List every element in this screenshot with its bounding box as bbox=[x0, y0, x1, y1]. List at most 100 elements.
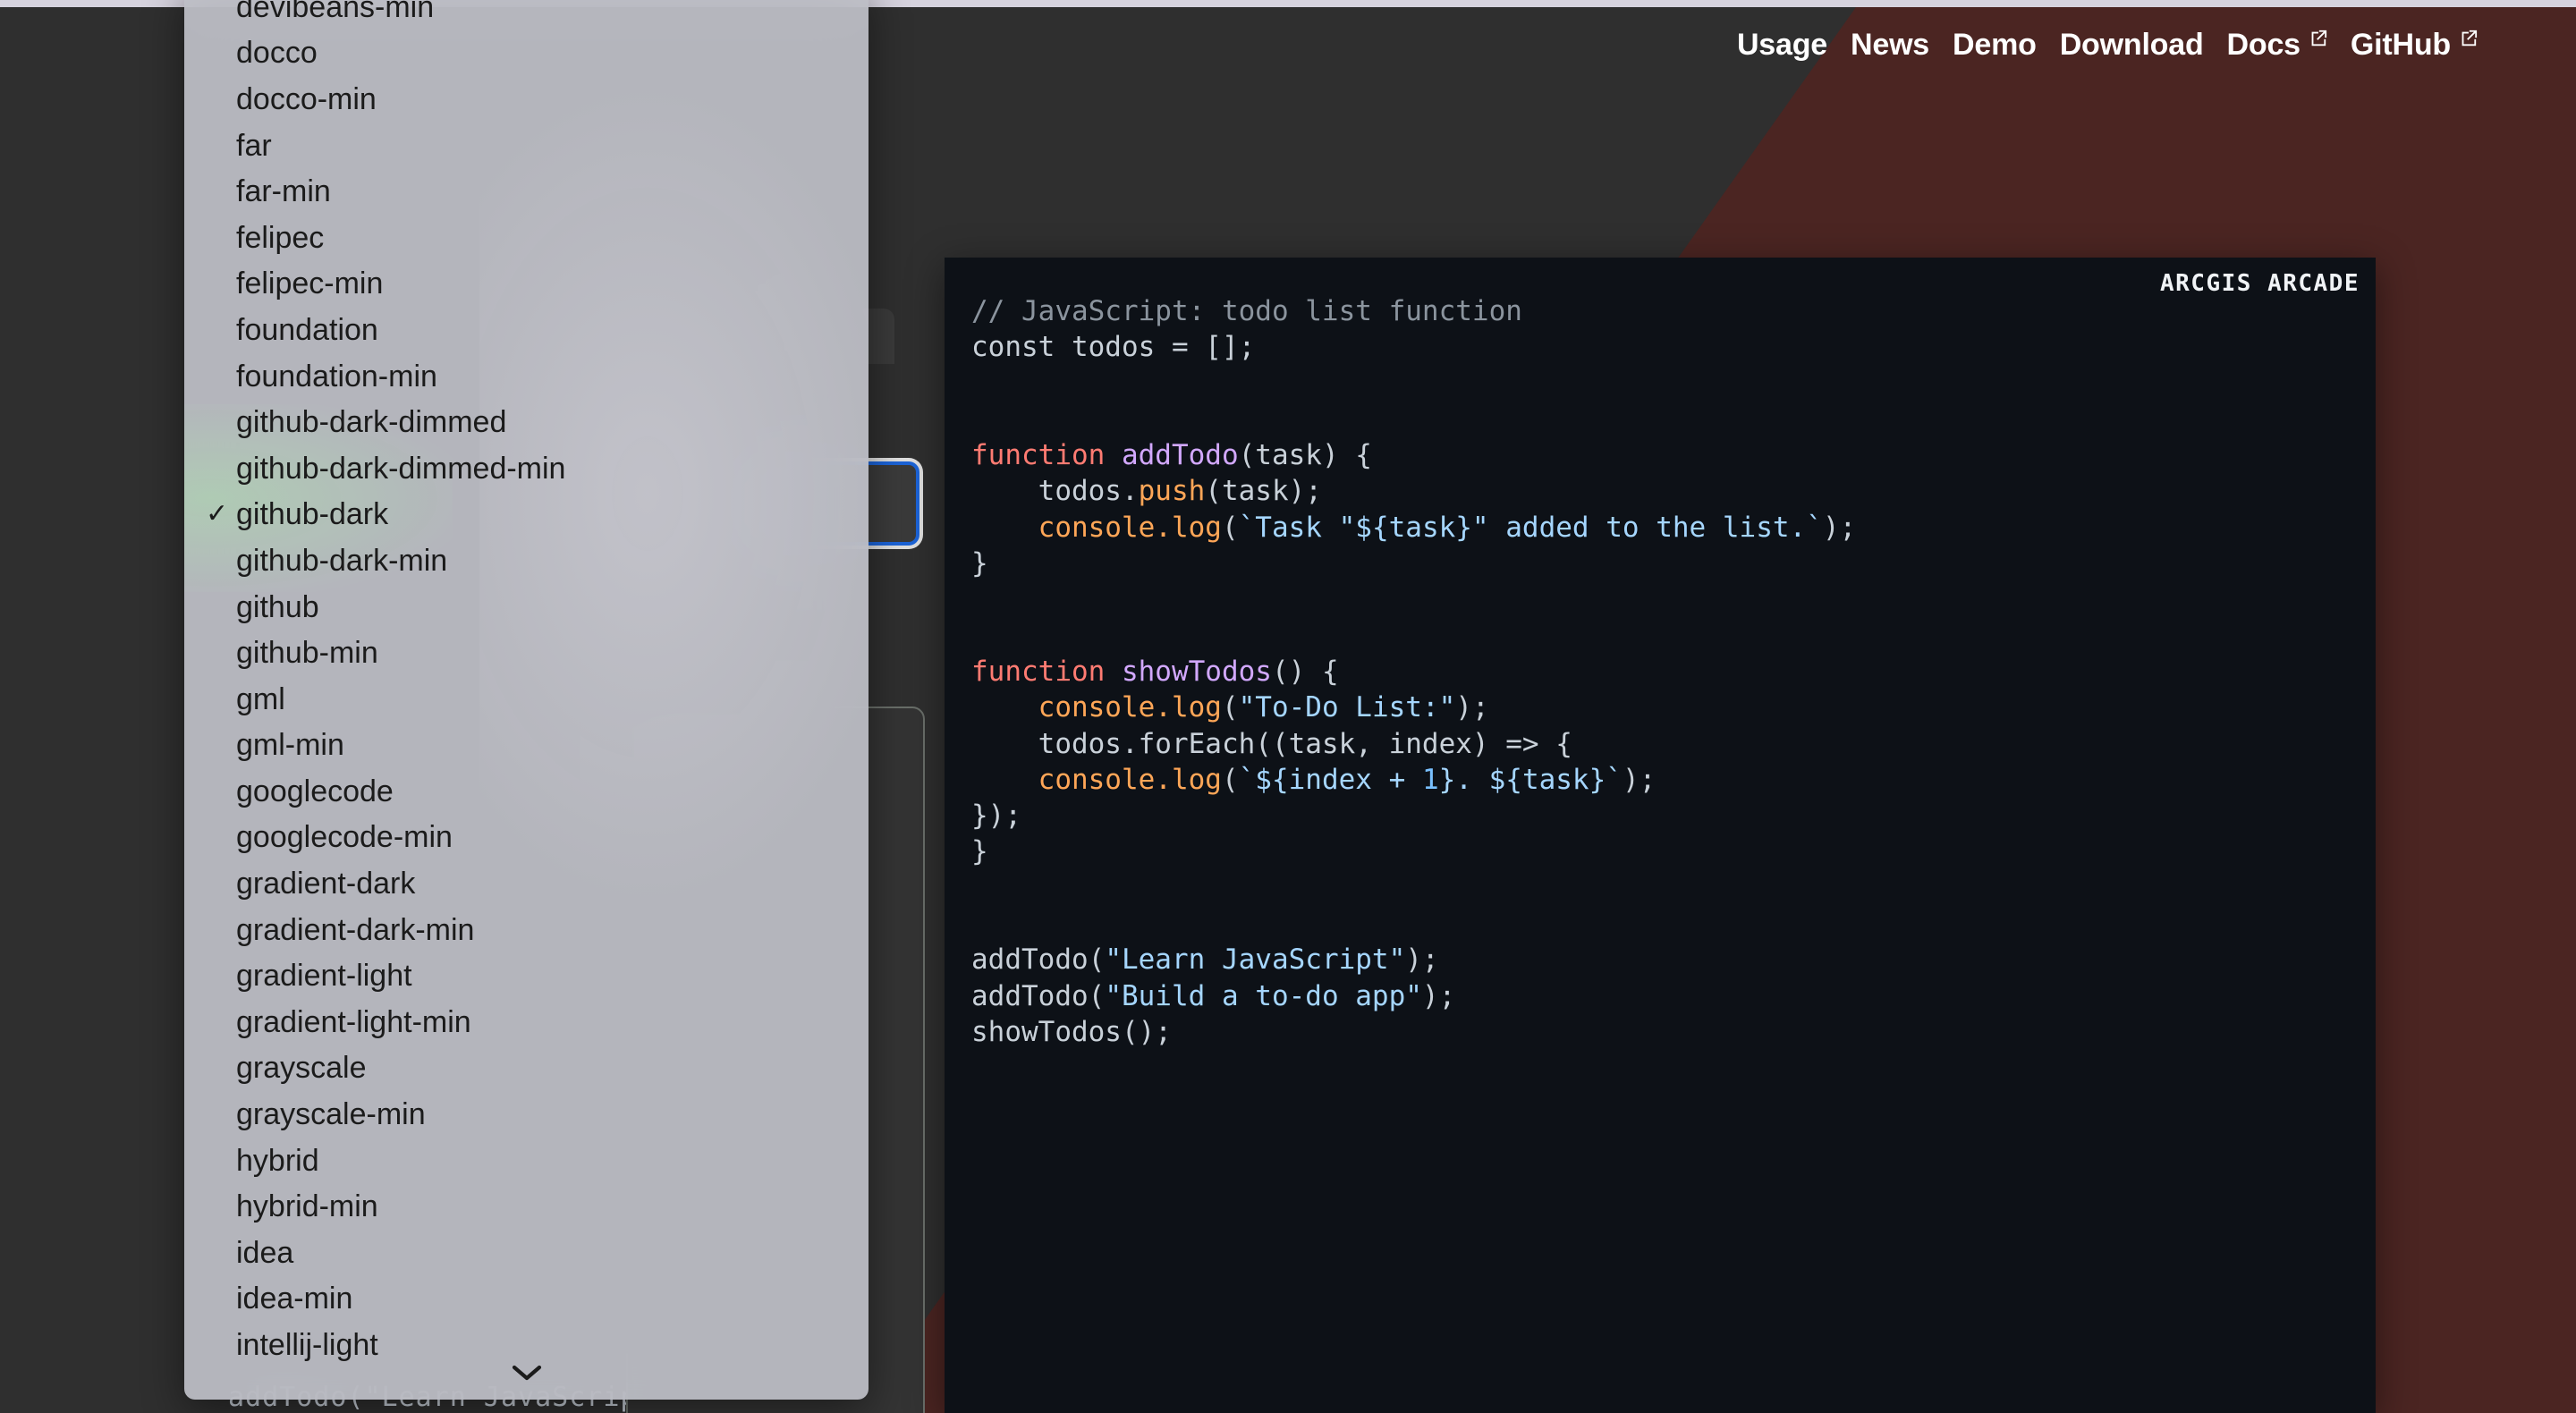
theme-option-gradient-light-min[interactable]: gradient-light-min bbox=[184, 999, 869, 1045]
theme-option-label: hybrid-min bbox=[236, 1189, 378, 1224]
code-token: }); bbox=[971, 800, 1021, 833]
theme-option-label: foundation bbox=[236, 312, 378, 347]
theme-option-gradient-dark-min[interactable]: gradient-dark-min bbox=[184, 907, 869, 953]
theme-option-docco-min[interactable]: docco-min bbox=[184, 76, 869, 123]
nav-link-download[interactable]: Download bbox=[2060, 28, 2204, 63]
theme-option-label: googlecode bbox=[236, 774, 394, 808]
theme-option-hybrid-min[interactable]: hybrid-min bbox=[184, 1183, 869, 1230]
theme-option-devibeans-min[interactable]: devibeans-min bbox=[184, 0, 869, 30]
checkmark-icon: ✓ bbox=[206, 499, 229, 529]
code-token: push bbox=[1138, 475, 1206, 508]
theme-option-label: gradient-light-min bbox=[236, 1004, 471, 1039]
theme-option-label: googlecode-min bbox=[236, 820, 453, 855]
theme-option-label: docco-min bbox=[236, 81, 377, 116]
theme-option-label: foundation-min bbox=[236, 359, 437, 393]
nav-link-label: Demo bbox=[1953, 27, 2037, 62]
theme-option-idea[interactable]: idea bbox=[184, 1230, 869, 1276]
theme-option-label: idea bbox=[236, 1235, 294, 1270]
theme-option-label: gradient-light bbox=[236, 959, 412, 994]
theme-select-dropdown[interactable]: devibeans-min docco docco-min far far-min fel… bbox=[184, 0, 869, 1400]
theme-option-foundation[interactable]: foundation bbox=[184, 307, 869, 353]
code-token: console. bbox=[1038, 691, 1172, 724]
theme-option-far[interactable]: far bbox=[184, 123, 869, 169]
chevron-down-icon bbox=[512, 1364, 542, 1382]
code-token: (task); bbox=[1205, 475, 1322, 508]
code-token: const todos = []; bbox=[971, 331, 1256, 364]
theme-option-gml-min[interactable]: gml-min bbox=[184, 723, 869, 769]
theme-option-label: far-min bbox=[236, 174, 331, 209]
nav-links: Usage News Demo Download Docs GitHub bbox=[1737, 28, 2478, 63]
theme-option-github-dark-dimmed-min[interactable]: github-dark-dimmed-min bbox=[184, 445, 869, 492]
code-token: `${index + bbox=[1238, 763, 1422, 796]
code-token: ( bbox=[1221, 691, 1239, 724]
nav-link-github[interactable]: GitHub bbox=[2351, 28, 2478, 63]
code-token: ); bbox=[1405, 943, 1439, 977]
theme-option-hybrid[interactable]: hybrid bbox=[184, 1138, 869, 1184]
code-token: showTodos bbox=[1121, 655, 1272, 688]
code-token: ); bbox=[1421, 979, 1456, 1012]
theme-option-googlecode[interactable]: googlecode bbox=[184, 768, 869, 815]
code-line: const todos = []; bbox=[971, 331, 1255, 363]
theme-option-github-dark[interactable]: ✓ github-dark bbox=[184, 492, 869, 538]
nav-link-label: GitHub bbox=[2350, 27, 2451, 62]
code-line: addTodo("Learn JavaScript"); bbox=[971, 943, 1439, 976]
code-line: function addTodo(task) { bbox=[971, 439, 1372, 471]
external-link-icon bbox=[2308, 29, 2327, 48]
theme-option-label: idea-min bbox=[236, 1282, 353, 1316]
code-token: function bbox=[971, 655, 1122, 688]
theme-option-label: grayscale bbox=[236, 1051, 367, 1086]
code-line: // JavaScript: todo list function bbox=[971, 295, 1522, 327]
code-token: ); bbox=[1455, 691, 1489, 724]
theme-option-label: github-dark-dimmed-min bbox=[236, 451, 566, 486]
theme-option-docco[interactable]: docco bbox=[184, 30, 869, 77]
theme-option-far-min[interactable]: far-min bbox=[184, 168, 869, 215]
code-token: function bbox=[971, 439, 1122, 472]
theme-option-label: felipec bbox=[236, 220, 325, 255]
theme-option-label: hybrid bbox=[236, 1143, 319, 1178]
nav-link-label: News bbox=[1851, 27, 1930, 62]
theme-option-github-dark-dimmed[interactable]: github-dark-dimmed bbox=[184, 399, 869, 445]
code-token: }. ${task}` bbox=[1438, 763, 1623, 796]
code-token: addTodo( bbox=[971, 943, 1106, 977]
theme-option-list: devibeans-min docco docco-min far far-min fel… bbox=[184, 0, 869, 1368]
code-token: todos. bbox=[971, 475, 1139, 508]
code-token: ); bbox=[1822, 511, 1857, 544]
theme-option-googlecode-min[interactable]: googlecode-min bbox=[184, 815, 869, 861]
theme-option-github[interactable]: github bbox=[184, 584, 869, 630]
theme-option-gml[interactable]: gml bbox=[184, 676, 869, 723]
code-token: (task) { bbox=[1238, 439, 1372, 472]
theme-option-grayscale[interactable]: grayscale bbox=[184, 1045, 869, 1092]
nav-link-usage[interactable]: Usage bbox=[1737, 28, 1827, 63]
theme-option-github-min[interactable]: github-min bbox=[184, 630, 869, 676]
code-token: log bbox=[1171, 511, 1222, 544]
theme-option-github-dark-min[interactable]: github-dark-min bbox=[184, 537, 869, 584]
code-token: console. bbox=[1038, 763, 1172, 796]
code-line: console.log("To-Do List:"); bbox=[971, 691, 1489, 723]
code-token: console. bbox=[1038, 511, 1172, 544]
theme-option-label: docco bbox=[236, 36, 318, 71]
nav-link-docs[interactable]: Docs bbox=[2227, 28, 2327, 63]
theme-option-label: github-dark-min bbox=[236, 543, 448, 578]
app-root: addTodo("Learn JavaScript"); Usage News … bbox=[0, 0, 2576, 1413]
nav-link-news[interactable]: News bbox=[1851, 28, 1929, 63]
theme-option-felipec[interactable]: felipec bbox=[184, 215, 869, 261]
external-link-icon bbox=[2458, 29, 2478, 48]
code-token: log bbox=[1171, 763, 1222, 796]
theme-option-label: github-min bbox=[236, 636, 378, 671]
theme-option-label: github bbox=[236, 589, 319, 624]
theme-option-label: gml bbox=[236, 681, 285, 716]
dropdown-scroll-down-button[interactable] bbox=[184, 1351, 869, 1394]
theme-option-gradient-light[interactable]: gradient-light bbox=[184, 952, 869, 999]
code-line: console.log(`Task "${task}" added to the… bbox=[971, 511, 1857, 544]
code-token: ( bbox=[1221, 511, 1239, 544]
theme-option-felipec-min[interactable]: felipec-min bbox=[184, 261, 869, 308]
code-token: showTodos(); bbox=[971, 1015, 1172, 1048]
theme-option-gradient-dark[interactable]: gradient-dark bbox=[184, 860, 869, 907]
nav-link-demo[interactable]: Demo bbox=[1953, 28, 2037, 63]
theme-option-idea-min[interactable]: idea-min bbox=[184, 1276, 869, 1323]
theme-option-foundation-min[interactable]: foundation-min bbox=[184, 353, 869, 400]
theme-option-grayscale-min[interactable]: grayscale-min bbox=[184, 1091, 869, 1138]
